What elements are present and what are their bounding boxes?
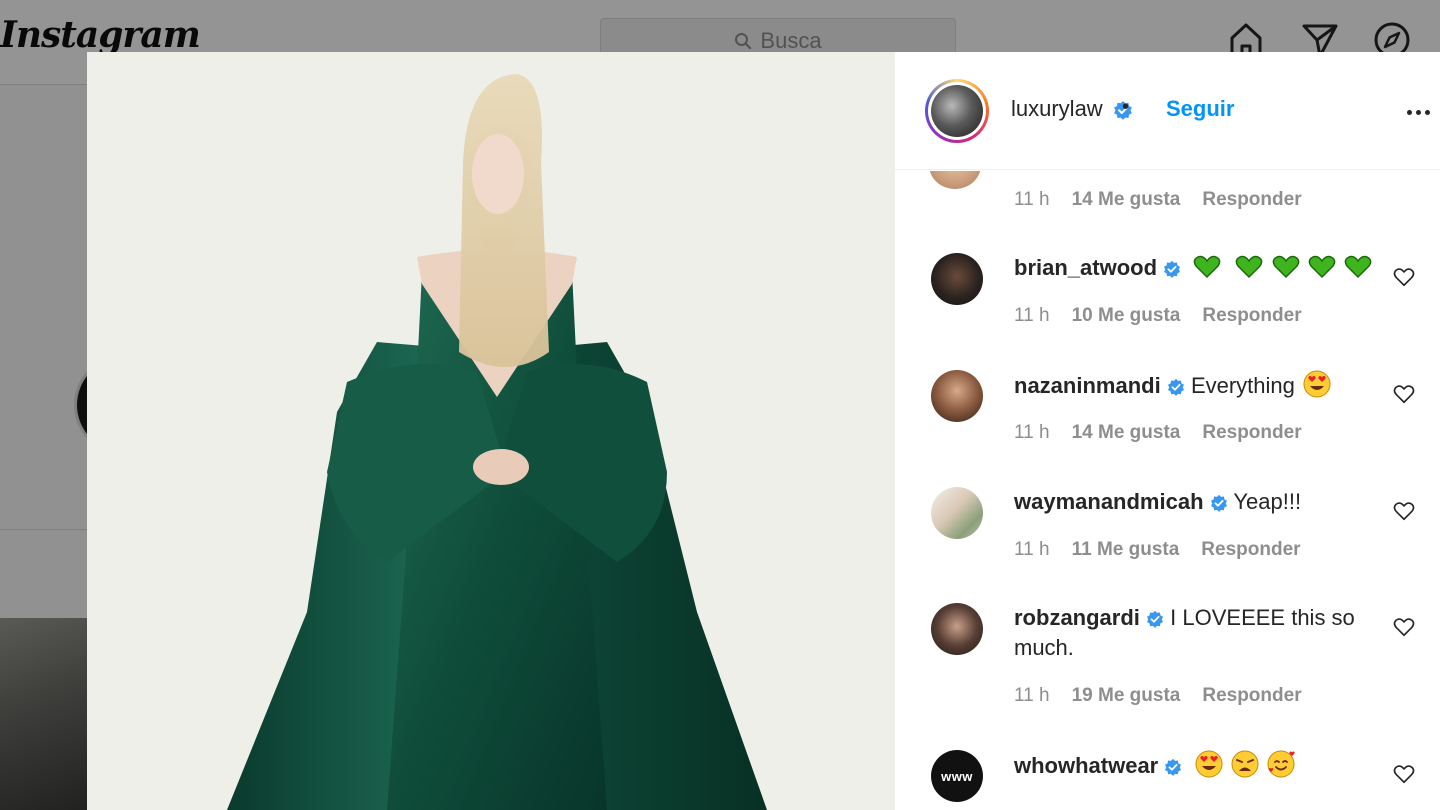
comment-meta: 11 h 11 Me gusta Responder [1014, 539, 1301, 561]
reply-button[interactable]: Responder [1202, 189, 1301, 211]
reply-button[interactable]: Responder [1202, 305, 1301, 327]
comment-time: 11 h [1014, 305, 1050, 326]
more-options-icon[interactable] [1403, 100, 1433, 124]
like-heart-icon[interactable] [1393, 383, 1415, 405]
comment-likes[interactable]: 11 Me gusta [1072, 539, 1180, 561]
smiling-hearts-emoji [1267, 750, 1295, 778]
comment-username[interactable]: whowhatwear [1014, 753, 1158, 778]
comment-meta: 11 h 14 Me gusta Responder [1014, 189, 1302, 211]
reply-button[interactable]: Responder [1201, 539, 1300, 561]
comment-likes[interactable]: 14 Me gusta [1072, 422, 1181, 444]
heart-eyes-emoji [1195, 750, 1222, 778]
comment-meta: 11 h 19 Me gusta Responder [1014, 685, 1302, 707]
comment-meta: 11 h 10 Me gusta Responder [1014, 305, 1302, 327]
heart-eyes-emoji [1303, 370, 1331, 398]
like-heart-icon[interactable] [1393, 616, 1415, 638]
follow-button[interactable]: Seguir [1166, 96, 1234, 122]
post-header: luxurylaw • Seguir [895, 52, 1440, 170]
separator-dot: • [1122, 96, 1130, 118]
verified-badge-icon [1164, 261, 1181, 279]
reply-button[interactable]: Responder [1202, 422, 1301, 444]
verified-badge-icon [1210, 495, 1227, 513]
comment-likes[interactable]: 14 Me gusta [1072, 189, 1181, 211]
green-heart-emoji [1193, 255, 1221, 279]
like-heart-icon[interactable] [1393, 763, 1415, 785]
owner-avatar-story-ring[interactable] [925, 79, 989, 143]
green-heart-emoji [1344, 255, 1372, 279]
comment-likes[interactable]: 19 Me gusta [1072, 685, 1181, 707]
comment-username[interactable]: nazaninmandi [1014, 373, 1161, 398]
verified-badge-icon [1147, 611, 1164, 629]
comment-time: 11 h [1014, 539, 1050, 560]
comment-avatar[interactable] [931, 603, 983, 655]
verified-badge-icon [1167, 379, 1184, 397]
comment-avatar[interactable] [931, 370, 983, 422]
comment-avatar[interactable] [929, 171, 981, 189]
comment-time: 11 h [1014, 422, 1050, 443]
comment-avatar[interactable] [931, 487, 983, 539]
comment-text: Yeap!!! [1233, 489, 1302, 514]
comment-username[interactable]: waymanandmicah [1014, 489, 1204, 514]
owner-avatar [931, 85, 983, 137]
comment-time: 11 h [1014, 189, 1050, 210]
post-modal: luxurylaw • Seguir 11 h 14 Me gusta Resp… [87, 52, 1440, 810]
comment-username[interactable]: robzangardi [1014, 605, 1140, 630]
like-heart-icon[interactable] [1393, 266, 1415, 288]
comment-avatar[interactable]: www [931, 750, 983, 802]
comment-username[interactable]: brian_atwood [1014, 255, 1157, 280]
comment-text: Everything [1190, 373, 1295, 398]
comment-meta: 11 h 14 Me gusta Responder [1014, 422, 1302, 444]
photo-illustration [87, 52, 895, 810]
avatar-label: www [941, 768, 973, 784]
post-sidebar: luxurylaw • Seguir 11 h 14 Me gusta Resp… [895, 52, 1440, 810]
green-heart-emoji [1308, 255, 1335, 279]
green-heart-emoji [1236, 255, 1263, 279]
like-heart-icon[interactable] [1393, 500, 1415, 522]
comment-likes[interactable]: 10 Me gusta [1072, 305, 1181, 327]
verified-badge-icon [1165, 759, 1182, 777]
post-photo[interactable] [87, 52, 895, 810]
owner-username[interactable]: luxurylaw [1011, 96, 1103, 121]
comment-time: 11 h [1014, 685, 1050, 706]
comments-list: 11 h 14 Me gusta Responder brian_atwood [895, 171, 1440, 810]
weary-face-emoji [1231, 750, 1259, 778]
reply-button[interactable]: Responder [1202, 685, 1301, 707]
comment-avatar[interactable] [931, 253, 983, 305]
green-heart-emoji [1272, 255, 1299, 279]
